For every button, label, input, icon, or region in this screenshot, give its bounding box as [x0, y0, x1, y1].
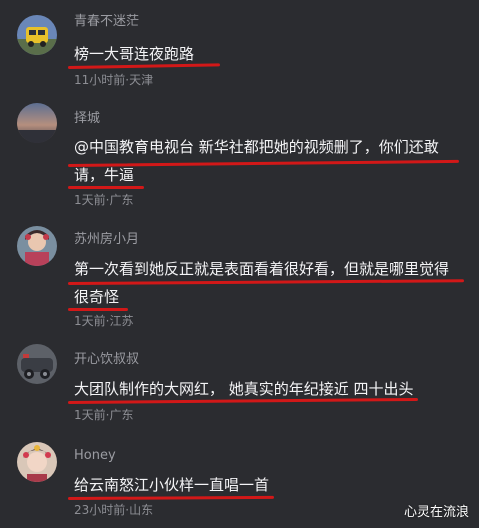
watermark: 心灵在流浪 — [403, 505, 469, 520]
underline-annotation — [68, 186, 144, 189]
comment-meta: 23小时前·山东 — [74, 503, 154, 517]
underline-annotation — [67, 63, 221, 69]
comment-text: 很奇怪 — [74, 288, 120, 306]
comment-text: 大团队制作的大网红， 她真实的年纪接近 四十出头 — [74, 380, 414, 398]
comment-text: 榜一大哥连夜跑路 — [74, 45, 195, 63]
comment-text: 请，牛逼 — [74, 166, 135, 184]
avatar[interactable] — [17, 15, 57, 55]
comment-username[interactable]: Honey — [74, 448, 116, 464]
comment-text: 第一次看到她反正就是表面看着很好看，但就是哪里觉得 — [74, 260, 450, 278]
comment-item: 开心饮叔叔 大团队制作的大网红， 她真实的年纪接近 四十出头 1天前·广东 — [0, 336, 479, 436]
comment-username[interactable]: 青春不迷茫 — [74, 14, 139, 30]
avatar[interactable] — [17, 344, 57, 384]
comment-username[interactable]: 择城 — [74, 111, 100, 127]
comment-username[interactable]: 苏州房小月 — [74, 232, 139, 248]
underline-annotation — [68, 308, 128, 311]
comment-meta: 1天前·广东 — [74, 408, 134, 422]
avatar[interactable] — [17, 103, 57, 143]
avatar[interactable] — [17, 226, 57, 266]
comment-meta: 1天前·广东 — [74, 193, 134, 207]
underline-annotation — [67, 495, 275, 500]
comment-item: 苏州房小月 第一次看到她反正就是表面看着很好看，但就是哪里觉得 很奇怪 1天前·… — [0, 218, 479, 336]
comment-item: 择城 @中国教育电视台 新华社都把她的视频删了，你们还敢 请，牛逼 1天前·广东 — [0, 100, 479, 218]
comment-username[interactable]: 开心饮叔叔 — [74, 352, 139, 368]
avatar[interactable] — [17, 442, 57, 482]
underline-annotation — [67, 279, 465, 285]
comment-meta: 11小时前·天津 — [74, 73, 154, 87]
comment-text: @中国教育电视台 新华社都把她的视频删了，你们还敢 — [74, 138, 439, 156]
comment-text: 给云南怒江小伙样一直唱一首 — [74, 476, 270, 494]
comment-meta: 1天前·江苏 — [74, 314, 134, 328]
comment-item: 青春不迷茫 榜一大哥连夜跑路 11小时前·天津 — [0, 0, 479, 100]
